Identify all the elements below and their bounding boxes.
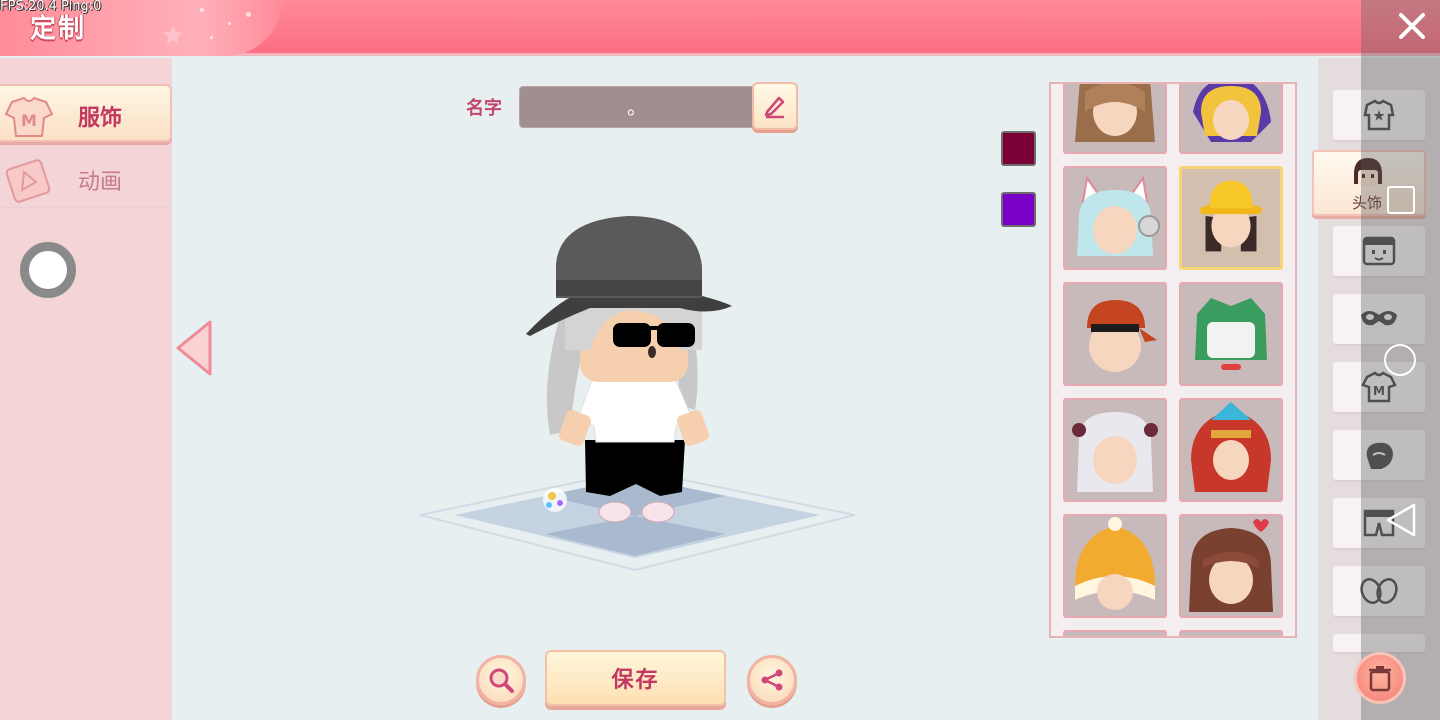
floating-assist-button[interactable] (20, 242, 76, 298)
item-feather-headdress[interactable] (1179, 398, 1283, 502)
share-button[interactable] (747, 655, 797, 705)
item-row6-right[interactable] (1179, 630, 1283, 636)
fluffy-hood-icon (1075, 517, 1155, 610)
item-brown-hair-heart-clip[interactable] (1179, 514, 1283, 618)
nav-recents-icon[interactable] (1387, 186, 1415, 214)
item-yellow-bucket-hat[interactable] (1179, 166, 1283, 270)
tab-animation-label: 动画 (78, 170, 123, 195)
red-cap-icon (1087, 300, 1157, 372)
white-twin-tails-icon (1072, 412, 1158, 492)
item-row6-left[interactable] (1063, 630, 1167, 636)
share-icon (761, 669, 783, 691)
sparkle-pet (543, 488, 567, 512)
hair-color-swatch-1[interactable] (1001, 131, 1036, 166)
svg-text:M: M (21, 111, 37, 130)
tab-animation[interactable]: 动画 (0, 150, 172, 208)
hair-color-swatch-2[interactable] (1001, 192, 1036, 227)
save-button[interactable]: 保存 (545, 650, 726, 706)
shirt-M-icon: M (4, 96, 54, 137)
item-cat-ear-headphones[interactable] (1063, 166, 1167, 270)
item-orange-fluffy-hood[interactable] (1063, 514, 1167, 618)
brown-long-hair-icon (1075, 84, 1155, 142)
nav-home-icon[interactable] (1384, 344, 1416, 376)
animation-triangle-icon (5, 159, 51, 203)
rotate-left-arrow-icon[interactable] (174, 318, 214, 378)
top-bar: 定制 FPS:20.4 Ping:0 (0, 0, 1440, 56)
feather-headdress-icon (1191, 402, 1271, 492)
name-label: 名字 (466, 98, 502, 119)
close-icon[interactable] (1396, 10, 1428, 42)
star-icon (163, 25, 183, 45)
item-red-backwards-cap[interactable] (1063, 282, 1167, 386)
blonde-witch-hat-icon (1193, 84, 1271, 142)
trash-icon (1369, 666, 1391, 692)
brown-hair-heart-icon (1189, 519, 1273, 612)
fps-readout: FPS:20.4 Ping:0 (0, 0, 102, 14)
zoom-button[interactable] (476, 655, 526, 705)
pencil-icon (764, 96, 785, 119)
mecha-helmet-icon (1195, 298, 1267, 370)
item-brown-long-hair[interactable] (1063, 84, 1167, 154)
yellow-bucket-hat-icon (1199, 180, 1263, 252)
cat-ear-headphones-icon (1077, 175, 1160, 256)
tab-outfit-label: 服饰 (78, 106, 123, 131)
item-blonde-witch-hat[interactable] (1179, 84, 1283, 154)
name-field[interactable]: 。 (519, 86, 755, 128)
edit-name-button[interactable] (752, 82, 798, 130)
platform (419, 468, 856, 572)
character-preview[interactable] (410, 200, 860, 580)
headwear-grid (1049, 82, 1297, 638)
nav-back-icon[interactable] (1384, 502, 1418, 538)
item-white-twin-tails[interactable] (1063, 398, 1167, 502)
item-green-mecha-helmet[interactable] (1179, 282, 1283, 386)
tab-outfit[interactable]: M 服饰 (0, 84, 172, 142)
trash-button[interactable] (1354, 652, 1406, 704)
zoom-icon (489, 668, 514, 693)
